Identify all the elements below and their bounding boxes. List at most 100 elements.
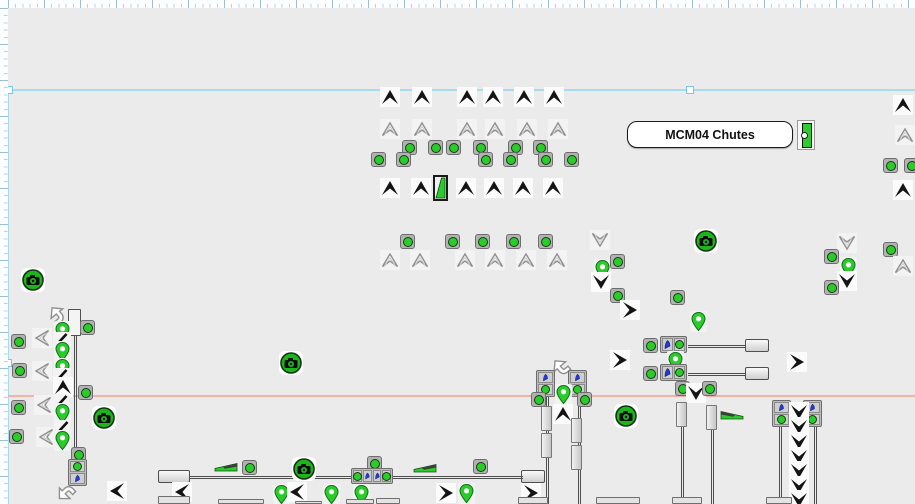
black-chevron-up-icon[interactable]: [513, 178, 533, 198]
black-chevron-right-icon[interactable]: [620, 300, 640, 320]
white-chevron-up-icon[interactable]: [548, 119, 568, 139]
status-indicator[interactable]: [400, 234, 415, 249]
white-chevron-up-icon[interactable]: [410, 250, 430, 270]
status-indicator[interactable]: [643, 338, 658, 353]
status-indicator[interactable]: [12, 363, 27, 378]
cylinder-block[interactable]: [571, 418, 582, 443]
black-chevron-up-icon[interactable]: [553, 404, 573, 424]
black-chevron-left-icon[interactable]: [287, 482, 307, 502]
ramp-indicator[interactable]: [720, 410, 744, 420]
camera-icon[interactable]: [614, 404, 638, 428]
roller-block[interactable]: [521, 470, 545, 483]
status-indicator[interactable]: [473, 459, 488, 474]
black-chevron-down-icon[interactable]: [837, 271, 857, 291]
white-chevron-down-icon[interactable]: [590, 230, 610, 250]
black-chevron-up-icon[interactable]: [456, 178, 476, 198]
camera-icon[interactable]: [292, 457, 316, 481]
status-indicator[interactable]: [371, 152, 386, 167]
status-indicator[interactable]: [531, 392, 546, 407]
white-chevron-up-icon[interactable]: [485, 119, 505, 139]
status-indicator[interactable]: [11, 400, 26, 415]
location-pin-icon[interactable]: [458, 483, 475, 504]
black-chevron-up-icon[interactable]: [411, 178, 431, 198]
white-chevron-down-icon[interactable]: [837, 233, 857, 253]
white-chevron-up-icon[interactable]: [516, 250, 536, 270]
status-indicator[interactable]: [78, 385, 93, 400]
status-indicator[interactable]: [506, 234, 521, 249]
ramp-indicator[interactable]: [214, 462, 238, 472]
black-chevron-down-icon[interactable]: [789, 490, 809, 504]
black-chevron-up-icon[interactable]: [380, 87, 400, 107]
black-chevron-up-icon[interactable]: [484, 178, 504, 198]
status-indicator[interactable]: [503, 152, 518, 167]
cylinder-block[interactable]: [571, 445, 582, 470]
cylinder-block[interactable]: [541, 433, 552, 458]
ramp-indicator[interactable]: [413, 463, 437, 473]
valve-indicator[interactable]: [797, 120, 815, 150]
black-chevron-right-icon[interactable]: [610, 350, 630, 370]
white-chevron-left-icon[interactable]: [32, 361, 52, 381]
status-indicator[interactable]: [824, 249, 839, 264]
camera-icon[interactable]: [279, 351, 303, 375]
camera-icon[interactable]: [694, 229, 718, 253]
roller-block[interactable]: [745, 339, 769, 352]
status-indicator[interactable]: [702, 381, 717, 396]
status-indicator[interactable]: [446, 140, 461, 155]
status-indicator[interactable]: [428, 140, 443, 155]
black-chevron-up-icon[interactable]: [380, 178, 400, 198]
status-indicator[interactable]: [478, 152, 493, 167]
white-chevron-up-icon[interactable]: [457, 119, 477, 139]
camera-icon[interactable]: [92, 406, 116, 430]
device-group[interactable]: [351, 468, 393, 484]
black-chevron-up-icon[interactable]: [483, 87, 503, 107]
status-indicator[interactable]: [9, 429, 24, 444]
status-indicator[interactable]: [445, 234, 460, 249]
status-indicator[interactable]: [564, 152, 579, 167]
white-chevron-up-icon[interactable]: [380, 119, 400, 139]
black-chevron-up-icon[interactable]: [893, 180, 913, 200]
black-chevron-up-icon[interactable]: [543, 178, 563, 198]
status-indicator[interactable]: [475, 234, 490, 249]
black-chevron-down-icon[interactable]: [591, 272, 611, 292]
white-chevron-up-icon[interactable]: [893, 256, 913, 276]
location-pin-icon[interactable]: [690, 311, 707, 332]
device-group[interactable]: [660, 364, 687, 381]
cylinder-block[interactable]: [706, 405, 717, 430]
white-chevron-up-icon[interactable]: [547, 250, 567, 270]
status-indicator[interactable]: [11, 334, 26, 349]
chute-label[interactable]: MCM04 Chutes: [627, 121, 793, 148]
cylinder-block[interactable]: [676, 402, 687, 427]
status-indicator[interactable]: [643, 366, 658, 381]
status-indicator[interactable]: [883, 242, 898, 257]
status-indicator[interactable]: [538, 152, 553, 167]
white-chevron-up-icon[interactable]: [455, 250, 475, 270]
status-indicator[interactable]: [80, 320, 95, 335]
black-chevron-right-icon[interactable]: [436, 483, 456, 503]
cylinder-block[interactable]: [541, 406, 552, 431]
white-chevron-up-icon[interactable]: [895, 125, 915, 145]
selection-handle[interactable]: [686, 86, 694, 94]
status-indicator[interactable]: [396, 152, 411, 167]
ruler-vertical[interactable]: [0, 8, 8, 504]
white-chevron-up-icon[interactable]: [412, 119, 432, 139]
location-pin-icon[interactable]: [323, 484, 340, 504]
status-indicator[interactable]: [242, 460, 257, 475]
location-pin-icon[interactable]: [555, 384, 572, 405]
status-indicator[interactable]: [538, 234, 553, 249]
gate-indicator[interactable]: [433, 175, 448, 201]
ruler-horizontal[interactable]: [8, 0, 915, 8]
status-indicator[interactable]: [883, 158, 898, 173]
white-chevron-left-icon[interactable]: [34, 395, 54, 415]
black-chevron-up-icon[interactable]: [457, 87, 477, 107]
black-chevron-right-icon[interactable]: [787, 352, 807, 372]
design-canvas[interactable]: MCM04 Chutes: [0, 0, 915, 504]
white-chevron-up-icon[interactable]: [380, 250, 400, 270]
white-chevron-left-icon[interactable]: [36, 427, 56, 447]
roller-block[interactable]: [745, 367, 769, 380]
white-chevron-up-icon[interactable]: [485, 250, 505, 270]
black-chevron-left-icon[interactable]: [107, 481, 127, 501]
white-chevron-left-icon[interactable]: [32, 328, 52, 348]
black-chevron-up-icon[interactable]: [514, 87, 534, 107]
white-chevron-up-icon[interactable]: [517, 119, 537, 139]
black-chevron-up-icon[interactable]: [412, 87, 432, 107]
